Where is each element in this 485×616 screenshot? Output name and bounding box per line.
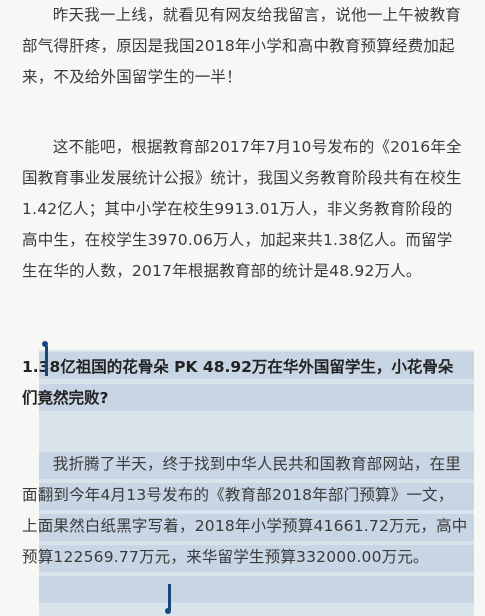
- selection-start-knob[interactable]: [42, 341, 48, 347]
- paragraph-budget: 我折腾了半天，终于找到中华人民共和国教育部网站，在里面翻到今年4月13号发布的《…: [22, 455, 468, 566]
- selection-line: [39, 576, 474, 603]
- selection-end-handle[interactable]: [168, 584, 171, 610]
- selection-start-handle[interactable]: [45, 346, 48, 376]
- selection-end-knob[interactable]: [165, 608, 171, 614]
- paragraph-statistics: 这不能吧，根据教育部2017年7月10号发布的《2016年全国教育事业发展统计公…: [22, 138, 462, 280]
- highlighted-heading: 1.38亿祖国的花骨朵 PK 48.92万在华外国留学生，小花骨朵们竟然完败?: [22, 358, 454, 407]
- article-page: 昨天我一上线，就看见有网友给我留言，说他一上午被教育部气得肝疼，原因是我国201…: [0, 0, 485, 616]
- paragraph-intro: 昨天我一上线，就看见有网友给我留言，说他一上午被教育部气得肝疼，原因是我国201…: [22, 6, 461, 86]
